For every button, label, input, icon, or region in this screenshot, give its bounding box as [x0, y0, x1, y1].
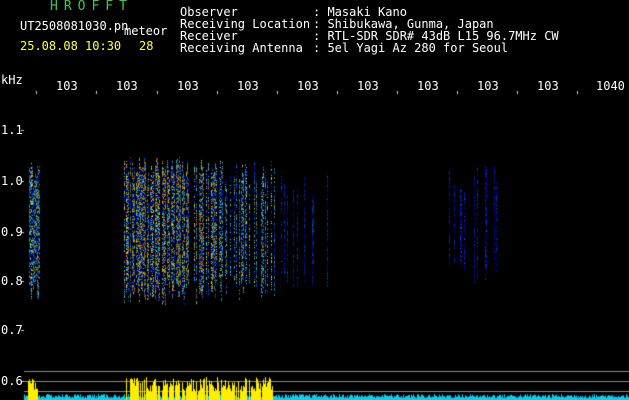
y-tick-0-7: 0.7 — [1, 323, 23, 337]
y-tick-0-6: 0.6 — [1, 374, 23, 388]
x-tick-2: 103 — [116, 80, 138, 92]
y-tick-1-1: 1.1 — [1, 123, 23, 137]
x-tick-10: 1040 — [596, 80, 625, 92]
x-tick-3: 103 — [177, 80, 199, 92]
y-axis-unit: kHz — [1, 73, 23, 87]
field-label-antenna: Receiving Antenna — [180, 41, 303, 55]
filename-label: UT2508081030.pn — [20, 19, 129, 33]
x-tick-5: 103 — [297, 80, 319, 92]
y-tick-0-9: 0.9 — [1, 225, 23, 239]
meteor-count: 28 — [139, 39, 154, 53]
x-tick-6: 103 — [357, 80, 379, 92]
y-tick-1-0: 1.0 — [1, 174, 23, 188]
meteor-label: meteor — [124, 24, 168, 38]
spectrogram-canvas — [0, 0, 629, 400]
y-tick-0-8: 0.8 — [1, 274, 23, 288]
brand-title: HROFFT — [50, 0, 133, 14]
x-tick-9: 103 — [537, 80, 559, 92]
x-tick-8: 103 — [477, 80, 499, 92]
field-value-antenna: : 5el Yagi Az 280 for Seoul — [313, 41, 509, 55]
x-tick-1: 103 — [56, 80, 78, 92]
x-tick-4: 103 — [237, 80, 259, 92]
datetime-label: 25.08.08 10:30 — [20, 39, 122, 53]
x-tick-7: 103 — [417, 80, 439, 92]
